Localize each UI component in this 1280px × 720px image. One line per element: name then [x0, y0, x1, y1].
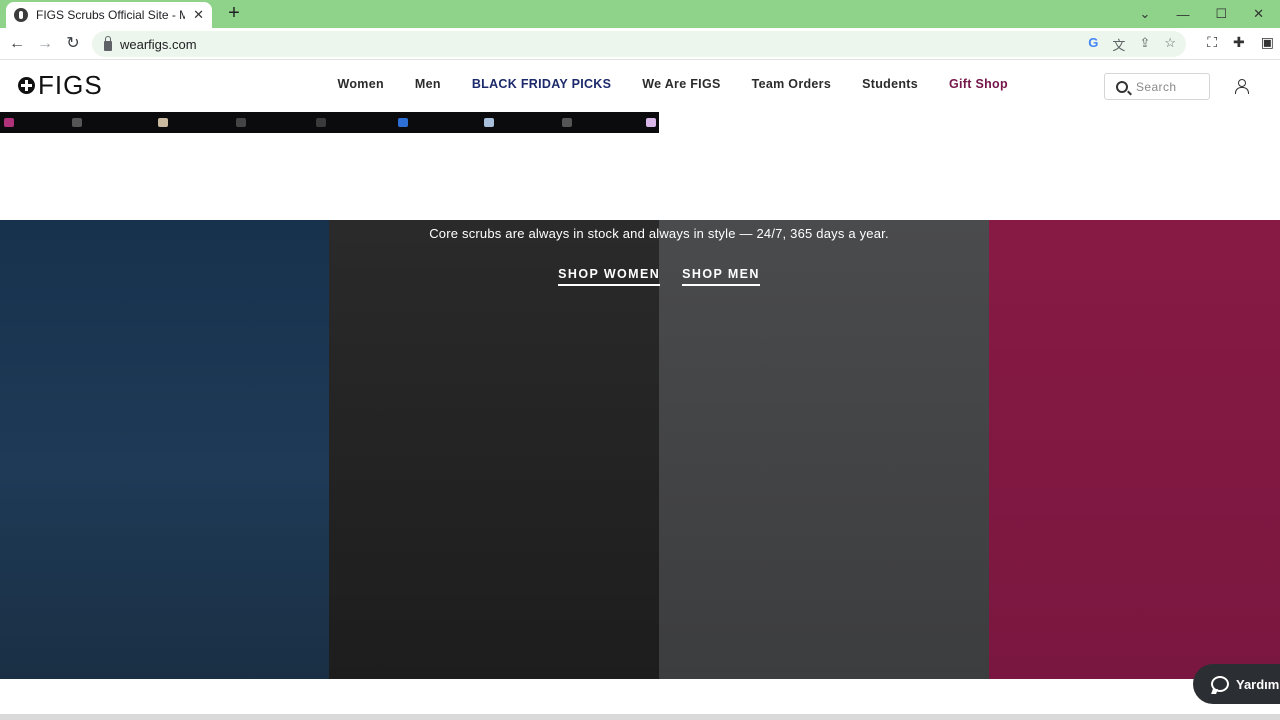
bookmark-star-icon[interactable]: ☆	[1164, 35, 1176, 54]
hero-copy: 20% OFF CORE SCRUBS Core scrubs are alwa…	[329, 172, 989, 286]
hero-title: 20% OFF CORE SCRUBS	[440, 172, 878, 207]
search-placeholder: Search	[1136, 79, 1177, 94]
help-chat-button[interactable]: Yardım	[1193, 664, 1280, 704]
minimize-icon[interactable]: —	[1176, 7, 1189, 22]
product-strip-image	[0, 112, 659, 133]
nav-women[interactable]: Women	[322, 77, 399, 91]
tab-search-icon[interactable]: ⌄	[1140, 6, 1151, 22]
nav-black-friday-picks[interactable]: BLACK FRIDAY PICKS	[456, 77, 626, 91]
browser-tab[interactable]: FIGS Scrubs Official Site - Medical ✕	[6, 2, 212, 28]
hero-banner[interactable]	[0, 220, 1280, 679]
site-header: FIGS Women Men BLACK FRIDAY PICKS We Are…	[0, 60, 1280, 112]
hero-photo-woman-black-scrubs	[329, 220, 659, 679]
close-window-icon[interactable]: ✕	[1253, 6, 1264, 22]
chat-bubble-icon	[1211, 676, 1229, 692]
new-tab-button[interactable]: +	[224, 3, 244, 23]
hero-photo-woman-grey-scrubs	[659, 220, 989, 679]
nav-students[interactable]: Students	[847, 77, 934, 91]
browser-tab-strip: FIGS Scrubs Official Site - Medical ✕ + …	[0, 0, 1280, 28]
search-icon	[1116, 80, 1128, 93]
url-text[interactable]: wearfigs.com	[120, 37, 197, 52]
hero-photo-doctor-white-coat	[0, 220, 329, 679]
crop-icon[interactable]: ⛶	[1207, 34, 1217, 51]
nav-team-orders[interactable]: Team Orders	[736, 77, 847, 91]
google-icon[interactable]: G	[1088, 35, 1098, 54]
window-controls: ⌄ — ☐ ✕	[1140, 0, 1280, 28]
figs-favicon-icon	[14, 8, 28, 22]
shop-women-link[interactable]: SHOP WOMEN	[558, 267, 661, 286]
extension-icons: ⛶ ✚ ▣	[1207, 34, 1274, 51]
maximize-icon[interactable]: ☐	[1215, 6, 1227, 22]
omnibox-actions: G 文 ⇪ ☆	[1088, 35, 1176, 54]
logo-text: FIGS	[38, 70, 103, 100]
tab-close-icon[interactable]: ✕	[193, 7, 204, 23]
help-label: Yardım	[1236, 676, 1280, 692]
hero-subtitle: Core scrubs are always in stock and alwa…	[429, 226, 889, 241]
nav-we-are-figs[interactable]: We Are FIGS	[627, 77, 736, 91]
address-bar[interactable]: wearfigs.com G 文 ⇪ ☆	[92, 31, 1186, 57]
bottom-edge	[0, 714, 1280, 720]
figs-cross-logo-icon	[18, 76, 35, 94]
figs-logo[interactable]: FIGS	[18, 72, 103, 98]
reload-icon[interactable]: ↻	[62, 33, 84, 55]
browser-toolbar: ← → ↻ wearfigs.com G 文 ⇪ ☆ ⛶ ✚ ▣	[0, 28, 1280, 60]
forward-arrow-icon[interactable]: →	[34, 33, 56, 55]
lock-icon[interactable]	[104, 35, 112, 51]
share-icon[interactable]: ⇪	[1139, 35, 1150, 54]
main-navigation: Women Men BLACK FRIDAY PICKS We Are FIGS…	[322, 77, 1023, 91]
sidepanel-icon[interactable]: ▣	[1261, 34, 1274, 51]
back-arrow-icon[interactable]: ←	[6, 33, 28, 55]
translate-icon[interactable]: 文	[1112, 35, 1125, 54]
puzzle-extension-icon[interactable]: ✚	[1233, 34, 1245, 51]
search-input[interactable]: Search	[1104, 73, 1210, 100]
shop-men-link[interactable]: SHOP MEN	[682, 267, 760, 286]
hero-cta-group: SHOP WOMEN SHOP MEN	[329, 267, 989, 286]
account-icon[interactable]	[1234, 79, 1249, 94]
tab-title: FIGS Scrubs Official Site - Medical	[36, 8, 186, 22]
nav-gift-shop[interactable]: Gift Shop	[933, 77, 1023, 91]
hero-photo-man-burgundy-scrubs	[989, 220, 1280, 679]
nav-men[interactable]: Men	[399, 77, 456, 91]
